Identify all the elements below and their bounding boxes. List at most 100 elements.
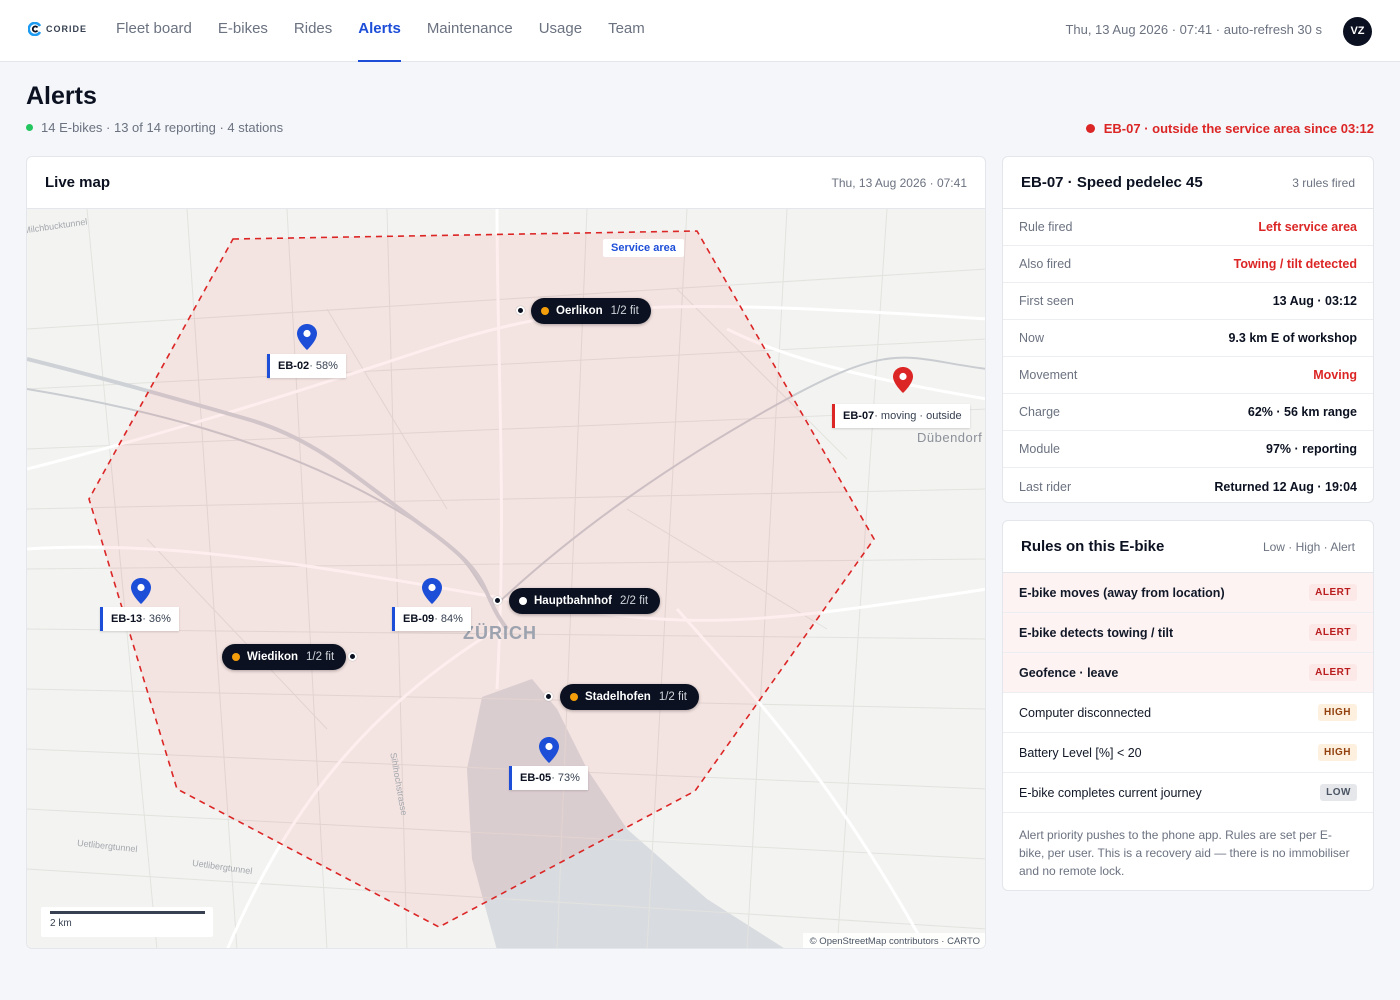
nav-team[interactable]: Team: [608, 0, 645, 62]
rules-card-header: Rules on this E-bike Low · High · Alert: [1003, 521, 1373, 573]
bike-pin-icon[interactable]: [297, 324, 317, 350]
map-canvas[interactable]: Milchbucktunnel Uetlibergtunnel Uetliber…: [27, 209, 985, 948]
station-name: Stadelhofen: [585, 691, 651, 703]
rule-label: E-bike moves (away from location): [1019, 585, 1225, 600]
detail-row: Charge 62% · 56 km range: [1003, 394, 1373, 431]
rule-row[interactable]: E-bike moves (away from location) ALERT: [1003, 573, 1373, 613]
bike-label-eb-09[interactable]: EB-09 · 84%: [392, 607, 471, 631]
station-fit: 1/2 fit: [610, 305, 639, 317]
detail-value: Left service area: [1258, 220, 1357, 234]
town-label: Dübendorf: [917, 430, 983, 445]
station-name: Hauptbahnhof: [534, 595, 612, 607]
station-status-dot: [519, 597, 527, 605]
nav-usage[interactable]: Usage: [539, 0, 582, 62]
status-ok-dot: [26, 124, 33, 131]
bike-id: EB-07: [843, 410, 875, 422]
detail-label: First seen: [1019, 294, 1074, 308]
detail-value: 13 Aug · 03:12: [1272, 294, 1357, 308]
bike-detail: · moving · outside: [874, 410, 962, 422]
bike-detail-card: EB-07 · Speed pedelec 45 3 rules fired R…: [1002, 156, 1374, 503]
rule-label: Computer disconnected: [1019, 705, 1152, 720]
city-label: ZÜRICH: [463, 623, 537, 643]
station-name: Wiedikon: [247, 651, 299, 663]
station-status-dot: [541, 307, 549, 315]
bike-pin-alert-icon[interactable]: [893, 367, 913, 393]
user-avatar[interactable]: VZ: [1343, 17, 1372, 46]
rule-row[interactable]: Computer disconnected HIGH: [1003, 693, 1373, 733]
nav-rides[interactable]: Rides: [294, 0, 332, 62]
rule-label: E-bike completes current journey: [1019, 785, 1202, 800]
bike-id: EB-13: [111, 613, 143, 625]
nav-alerts[interactable]: Alerts: [358, 0, 401, 62]
detail-value: Towing / tilt detected: [1233, 257, 1357, 271]
detail-row: First seen 13 Aug · 03:12: [1003, 283, 1373, 320]
bike-detail: · 73%: [551, 772, 580, 784]
detail-rows: Rule fired Left service area Also fired Tow…: [1003, 209, 1373, 502]
detail-row: Rule fired Left service area: [1003, 209, 1373, 246]
rule-label: Battery Level [%] < 20: [1019, 745, 1142, 760]
detail-value: Moving: [1313, 368, 1357, 382]
rules-legend: Low · High · Alert: [1262, 540, 1355, 554]
bike-label-eb-07[interactable]: EB-07 · moving · outside: [832, 404, 970, 428]
map-title: Live map: [45, 174, 111, 191]
rule-level-badge: HIGH: [1318, 744, 1357, 761]
rule-label: E-bike detects towing / tilt: [1019, 625, 1174, 640]
bike-label-eb-05[interactable]: EB-05 · 73%: [509, 766, 588, 790]
detail-label: Last rider: [1019, 479, 1072, 494]
station-hauptbahnhof[interactable]: Hauptbahnhof 2/2 fit: [509, 588, 661, 614]
bike-pin-icon[interactable]: [539, 737, 559, 763]
detail-row: Module 97% · reporting: [1003, 431, 1373, 468]
bike-detail: · 36%: [142, 613, 171, 625]
detail-value: 9.3 km E of workshop: [1228, 331, 1357, 345]
bike-id: EB-02: [278, 360, 310, 372]
rule-row[interactable]: Geofence · leave ALERT: [1003, 653, 1373, 693]
nav-fleet-board[interactable]: Fleet board: [116, 0, 192, 62]
map-card-header: Live map Thu, 13 Aug 2026 · 07:41: [27, 157, 985, 209]
rules-card: Rules on this E-bike Low · High · Alert …: [1002, 520, 1374, 891]
top-bar: CORIDE Fleet board E-bikes Rides Alerts …: [0, 0, 1400, 62]
bike-label-eb-13[interactable]: EB-13 · 36%: [100, 607, 179, 631]
station-fit: 1/2 fit: [306, 651, 335, 663]
nav-e-bikes[interactable]: E-bikes: [218, 0, 268, 62]
rule-level-badge: HIGH: [1318, 704, 1357, 721]
brand-name: CORIDE: [46, 24, 88, 34]
station-stadelhofen[interactable]: Stadelhofen 1/2 fit: [560, 684, 699, 710]
rule-list: E-bike moves (away from location) ALERT E-…: [1003, 573, 1373, 813]
rule-level-badge: ALERT: [1309, 624, 1357, 641]
detail-row: Now 9.3 km E of workshop: [1003, 320, 1373, 357]
brand-logo-icon: [28, 22, 42, 36]
detail-label: Movement: [1019, 368, 1078, 382]
bike-label-eb-02[interactable]: EB-02 · 58%: [267, 354, 346, 378]
detail-label: Also fired: [1019, 257, 1072, 271]
detail-value: 97% · reporting: [1266, 442, 1357, 456]
detail-rules-count: 3 rules fired: [1292, 176, 1355, 190]
brand-logo[interactable]: CORIDE: [28, 22, 87, 36]
map-timestamp: Thu, 13 Aug 2026 · 07:41: [831, 176, 967, 190]
detail-row: Also fired Towing / tilt detected: [1003, 246, 1373, 283]
rule-row[interactable]: E-bike detects towing / tilt ALERT: [1003, 613, 1373, 653]
station-anchor: [348, 652, 357, 661]
bike-detail: · 84%: [434, 613, 463, 625]
detail-row: Movement Moving: [1003, 357, 1373, 394]
bike-pin-icon[interactable]: [422, 578, 442, 604]
alert-dot: [1085, 124, 1095, 133]
rule-row[interactable]: Battery Level [%] < 20 HIGH: [1003, 733, 1373, 773]
rule-row[interactable]: E-bike completes current journey LOW: [1003, 773, 1373, 813]
map-attribution[interactable]: © OpenStreetMap contributors · CARTO: [802, 933, 985, 948]
bike-pin-icon[interactable]: [131, 578, 151, 604]
detail-value: 62% · 56 km range: [1247, 405, 1357, 419]
station-wiedikon[interactable]: Wiedikon 1/2 fit: [222, 644, 347, 670]
active-alert-text: EB-07 · outside the service area since 0…: [1103, 121, 1374, 136]
station-fit: 1/2 fit: [658, 691, 687, 703]
scale-label: 2 km: [50, 918, 72, 929]
station-fit: 2/2 fit: [619, 595, 649, 607]
active-alert-banner[interactable]: EB-07 · outside the service area since 0…: [1085, 121, 1374, 136]
detail-label: Module: [1019, 442, 1060, 456]
nav-maintenance[interactable]: Maintenance: [427, 0, 513, 62]
detail-value: Returned 12 Aug · 19:04: [1214, 479, 1357, 494]
fleet-summary-text: 14 E-bikes · 13 of 14 reporting · 4 stat…: [41, 120, 284, 135]
header-datetime: Thu, 13 Aug 2026 · 07:41 · auto-refresh …: [1065, 22, 1322, 37]
station-oerlikon[interactable]: Oerlikon 1/2 fit: [531, 298, 651, 324]
map-basemap: [27, 209, 985, 948]
scale-bar: [50, 911, 205, 914]
